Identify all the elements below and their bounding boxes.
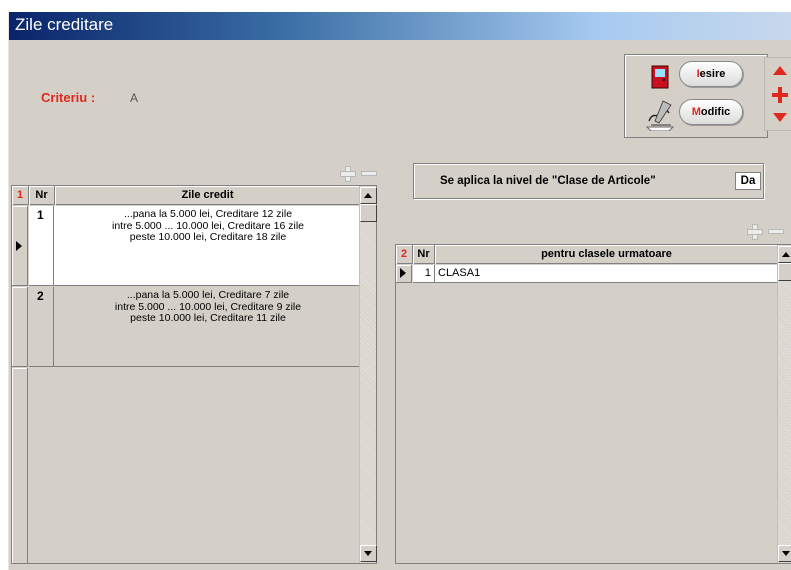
text-line: peste 10.000 lei, Creditare 18 zile xyxy=(129,231,287,243)
grid1-scrollbar[interactable] xyxy=(359,186,377,563)
scroll-down-button[interactable] xyxy=(778,545,791,562)
scroll-down-button[interactable] xyxy=(360,545,377,562)
table-row[interactable]: 1 ...pana la 5.000 lei, Creditare 12 zil… xyxy=(29,206,361,286)
plus-icon[interactable] xyxy=(772,87,788,103)
col-zile-credit-header[interactable]: Zile credit xyxy=(55,186,361,205)
scroll-up-button[interactable] xyxy=(778,246,791,263)
aplica-value-field[interactable]: Da xyxy=(735,172,761,190)
grid2-toolbar xyxy=(746,223,788,240)
grid2-add-icon[interactable] xyxy=(746,223,763,240)
iesire-label: esire xyxy=(699,68,726,80)
col-nr-header[interactable]: Nr xyxy=(29,186,55,205)
aplica-label: Se aplica la nivel de "Clase de Articole… xyxy=(440,175,656,187)
grid1-toolbar xyxy=(339,165,381,182)
row-nr: 1 xyxy=(29,206,54,285)
iesire-button[interactable]: Iesire xyxy=(679,61,743,87)
scroll-up-button[interactable] xyxy=(360,187,377,204)
grid2-header: 2 Nr pentru clasele urmatoare xyxy=(396,245,779,264)
col-nr-header[interactable]: Nr xyxy=(413,245,435,264)
row-nr: 1 xyxy=(413,265,435,282)
title-bar: Zile creditare xyxy=(9,12,791,40)
clase-grid: 2 Nr pentru clasele urmatoare 1 CLASA1 xyxy=(395,244,791,564)
modific-hotkey: M xyxy=(691,106,701,118)
text-line: peste 10.000 lei, Creditare 11 zile xyxy=(130,312,286,324)
scroll-thumb[interactable] xyxy=(360,204,377,222)
scroll-thumb[interactable] xyxy=(778,263,791,281)
door-icon[interactable] xyxy=(651,65,669,89)
current-row-pointer-icon xyxy=(16,241,22,251)
grid2-scrollbar[interactable] xyxy=(777,245,791,563)
row-indicator-empty xyxy=(12,368,28,563)
col-clase-header[interactable]: pentru clasele urmatoare xyxy=(435,245,779,264)
record-navigator xyxy=(764,57,791,131)
grid1-header: 1 Nr Zile credit xyxy=(12,186,361,205)
table-row[interactable]: 1 CLASA1 xyxy=(413,265,779,283)
text-line: ...pana la 5.000 lei, Creditare 7 zile xyxy=(126,289,290,301)
current-row-pointer-icon xyxy=(400,268,406,278)
aplica-group: Se aplica la nivel de "Clase de Articole… xyxy=(413,163,764,199)
window-title: Zile creditare xyxy=(15,15,114,34)
row-clasa: CLASA1 xyxy=(438,267,481,279)
arrow-up-icon[interactable] xyxy=(773,66,787,75)
criteriu-label: Criteriu : xyxy=(41,90,96,105)
grid1-number: 1 xyxy=(12,186,29,205)
grid1-add-icon[interactable] xyxy=(339,165,356,182)
criteriu-value: A xyxy=(130,91,139,105)
row-indicator[interactable] xyxy=(396,265,412,283)
modific-label: odific xyxy=(700,106,731,118)
row-indicator[interactable] xyxy=(12,287,28,367)
modific-button[interactable]: Modific xyxy=(679,99,743,125)
table-row[interactable]: 2 ...pana la 5.000 lei, Creditare 7 zile… xyxy=(29,287,361,367)
action-panel: Iesire Modific xyxy=(624,54,768,138)
arrow-down-icon[interactable] xyxy=(773,113,787,122)
row-zile-text: ...pana la 5.000 lei, Creditare 7 zile i… xyxy=(55,289,361,325)
zile-credit-grid: 1 Nr Zile credit 1 ...pana la 5.000 lei,… xyxy=(11,185,377,564)
grid2-remove-icon[interactable] xyxy=(768,229,784,234)
grid1-remove-icon[interactable] xyxy=(361,171,377,176)
text-line: ...pana la 5.000 lei, Creditare 12 zile xyxy=(123,208,293,220)
window: Zile creditare Criteriu : A Iesire Modif… xyxy=(8,12,791,570)
grid2-number: 2 xyxy=(396,245,413,264)
row-indicator[interactable] xyxy=(12,206,28,286)
row-nr: 2 xyxy=(29,287,54,366)
signature-icon[interactable] xyxy=(645,99,675,131)
row-zile-text: ...pana la 5.000 lei, Creditare 12 zile … xyxy=(55,208,361,244)
